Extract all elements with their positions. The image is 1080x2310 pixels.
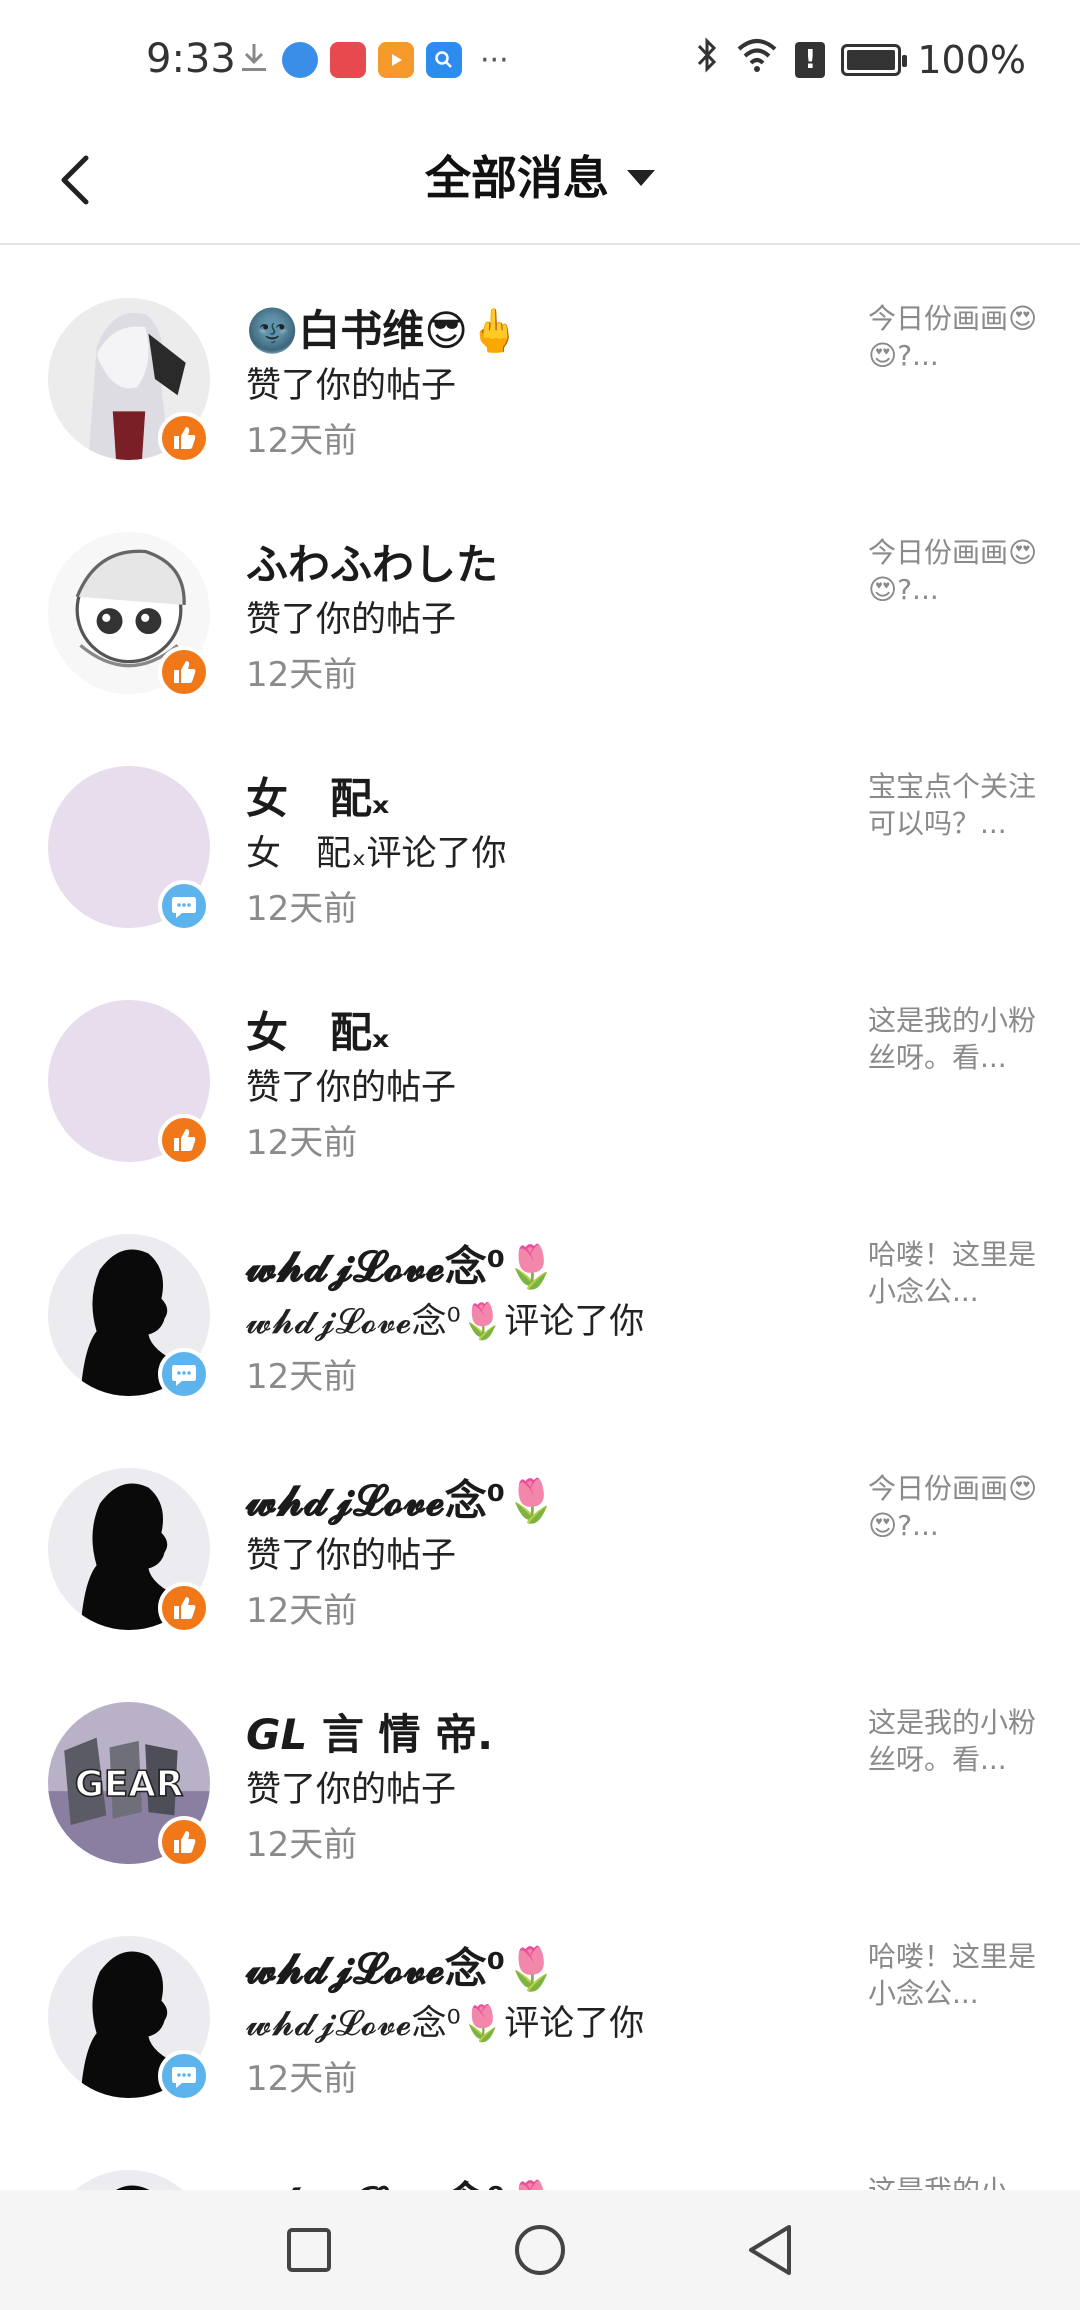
- home-button[interactable]: [508, 2218, 572, 2282]
- comment-badge: [158, 880, 210, 932]
- search-app-icon: [426, 42, 462, 78]
- message-row[interactable]: 🌚白书维😎🖕 赞了你的帖子 12天前 今日份画画😍😍?...: [0, 245, 1080, 479]
- post-preview[interactable]: 这是我的小: [868, 2172, 1038, 2190]
- message-row[interactable]: 𝔀𝓱𝓭𝓳𝓛𝓸𝓿𝓮念⁰🌷 𝔀𝓱𝓭𝓳𝓛𝓸𝓿𝓮念⁰🌷评论了你 12天前 哈喽！这里是小念公.…: [0, 1181, 1080, 1415]
- like-badge: [158, 1816, 210, 1868]
- sender-name[interactable]: 𝔀𝓱𝓭𝓳𝓛𝓸𝓿𝓮念⁰🌷: [246, 1935, 557, 1996]
- book-app-icon: [330, 42, 366, 78]
- page-title: 全部消息: [425, 151, 609, 205]
- sender-name[interactable]: 𝙂𝙇 言 情 帝.: [246, 1701, 493, 1762]
- message-time: 12天前: [246, 1825, 358, 1865]
- message-action: 赞了你的帖子: [246, 600, 457, 640]
- battery-icon: [841, 43, 908, 76]
- thumbs-up-icon: [174, 661, 196, 683]
- thumbs-up-icon: [174, 1597, 196, 1619]
- post-preview[interactable]: 今日份画画😍😍?...: [868, 300, 1038, 374]
- message-time: 12天前: [246, 2059, 358, 2099]
- notification-icons: ···: [238, 40, 509, 80]
- post-preview[interactable]: 哈喽！这里是小念公...: [868, 1938, 1038, 2012]
- post-preview[interactable]: 这是我的小粉丝呀。看...: [868, 1704, 1038, 1778]
- sender-name[interactable]: 𝔀𝓱𝓭𝓳𝓛𝓸𝓿𝓮念⁰🌷: [246, 1467, 557, 1528]
- message-action: 𝔀𝓱𝓭𝓳𝓛𝓸𝓿𝓮念⁰🌷评论了你: [246, 2004, 645, 2044]
- triangle-back-icon: [749, 2225, 791, 2275]
- sender-name[interactable]: 𝔀𝓱𝓭𝓳𝓛𝓸𝓿𝓮念⁰🌷: [246, 1233, 557, 1294]
- status-bar: 9:33 ··· ! 100%: [0, 0, 1080, 120]
- sender-name[interactable]: 女 配ₓ: [246, 999, 389, 1060]
- message-row[interactable]: 𝔀𝓱𝓭𝓳𝓛𝓸𝓿𝓮念⁰🌷 赞了你的帖子 12天前 今日份画画😍😍?...: [0, 1415, 1080, 1649]
- message-row[interactable]: 𝔀𝓱𝓭𝓳𝓛𝓸𝓿𝓮念⁰🌷 𝔀𝓱𝓭𝓳𝓛𝓸𝓿𝓮念⁰🌷评论了你 12天前 哈喽！这里是小念公.…: [0, 1883, 1080, 2117]
- post-preview[interactable]: 宝宝点个关注可以吗？...: [868, 768, 1038, 842]
- more-notifications-icon: ···: [480, 42, 509, 78]
- like-badge: [158, 412, 210, 464]
- sender-name[interactable]: 𝔀𝓱𝓭𝓳𝓛𝓸𝓿𝓮念⁰🌷: [246, 2169, 557, 2190]
- like-badge: [158, 1114, 210, 1166]
- message-time: 12天前: [246, 1591, 358, 1631]
- alert-icon: !: [795, 41, 826, 78]
- bluetooth-icon: [695, 36, 719, 83]
- message-action: 𝔀𝓱𝓭𝓳𝓛𝓸𝓿𝓮念⁰🌷评论了你: [246, 1302, 645, 1342]
- svg-text:GEAR: GEAR: [75, 1764, 184, 1805]
- message-action: 赞了你的帖子: [246, 1770, 457, 1810]
- system-back-button[interactable]: [738, 2218, 802, 2282]
- post-preview[interactable]: 今日份画画😍😍?...: [868, 534, 1038, 608]
- message-action: 女 配ₓ评论了你: [246, 834, 507, 874]
- wifi-icon: [735, 37, 779, 82]
- message-row[interactable]: 女 配ₓ 赞了你的帖子 12天前 这是我的小粉丝呀。看...: [0, 947, 1080, 1181]
- avatar[interactable]: [48, 2170, 210, 2190]
- thumbs-up-icon: [174, 1129, 196, 1151]
- message-row[interactable]: 女 配ₓ 女 配ₓ评论了你 12天前 宝宝点个关注可以吗？...: [0, 713, 1080, 947]
- comment-bubble-icon: [172, 2067, 196, 2088]
- status-time: 9:33: [146, 36, 236, 82]
- page-header: 全部消息: [0, 120, 1080, 245]
- message-row[interactable]: GEAR 𝙂𝙇 言 情 帝. 赞了你的帖子 12天前 这是我的小粉丝呀。看...: [0, 1649, 1080, 1883]
- circle-icon: [515, 2225, 565, 2275]
- message-row[interactable]: 𝔀𝓱𝓭𝓳𝓛𝓸𝓿𝓮念⁰🌷 这是我的小: [0, 2117, 1080, 2190]
- comment-badge: [158, 1348, 210, 1400]
- message-time: 12天前: [246, 1123, 358, 1163]
- thumbs-up-icon: [174, 427, 196, 449]
- like-badge: [158, 646, 210, 698]
- message-filter-dropdown[interactable]: 全部消息: [0, 142, 1080, 208]
- message-list[interactable]: 🌚白书维😎🖕 赞了你的帖子 12天前 今日份画画😍😍?... ふわふわした 赞了你的帖子 1…: [0, 245, 1080, 2190]
- caret-down-icon: [627, 170, 655, 186]
- sender-name[interactable]: ふわふわした: [246, 531, 498, 592]
- message-time: 12天前: [246, 421, 358, 461]
- message-action: 赞了你的帖子: [246, 1068, 457, 1108]
- battery-percent: 100%: [917, 37, 1026, 82]
- browser-app-icon: [282, 42, 318, 78]
- download-icon: [238, 40, 270, 80]
- comment-bubble-icon: [172, 897, 196, 918]
- message-action: 赞了你的帖子: [246, 1536, 457, 1576]
- message-time: 12天前: [246, 889, 358, 929]
- post-preview[interactable]: 哈喽！这里是小念公...: [868, 1236, 1038, 1310]
- sender-name[interactable]: 🌚白书维😎🖕: [246, 297, 520, 358]
- like-badge: [158, 1582, 210, 1634]
- system-status: ! 100%: [695, 36, 1026, 83]
- message-action: 赞了你的帖子: [246, 366, 457, 406]
- message-row[interactable]: ふわふわした赞了你的帖子 12天前 今日份画画😍😍?...: [0, 479, 1080, 713]
- system-nav-bar: [0, 2190, 1080, 2310]
- comment-bubble-icon: [172, 1365, 196, 1386]
- thumbs-up-icon: [174, 1831, 196, 1853]
- message-time: 12天前: [246, 1357, 358, 1397]
- comment-badge: [158, 2050, 210, 2102]
- message-time: 12天前: [246, 655, 358, 695]
- recents-button[interactable]: [277, 2218, 341, 2282]
- video-app-icon: [378, 42, 414, 78]
- post-preview[interactable]: 这是我的小粉丝呀。看...: [868, 1002, 1038, 1076]
- post-preview[interactable]: 今日份画画😍😍?...: [868, 1470, 1038, 1544]
- square-icon: [287, 2228, 331, 2272]
- sender-name[interactable]: 女 配ₓ: [246, 765, 389, 826]
